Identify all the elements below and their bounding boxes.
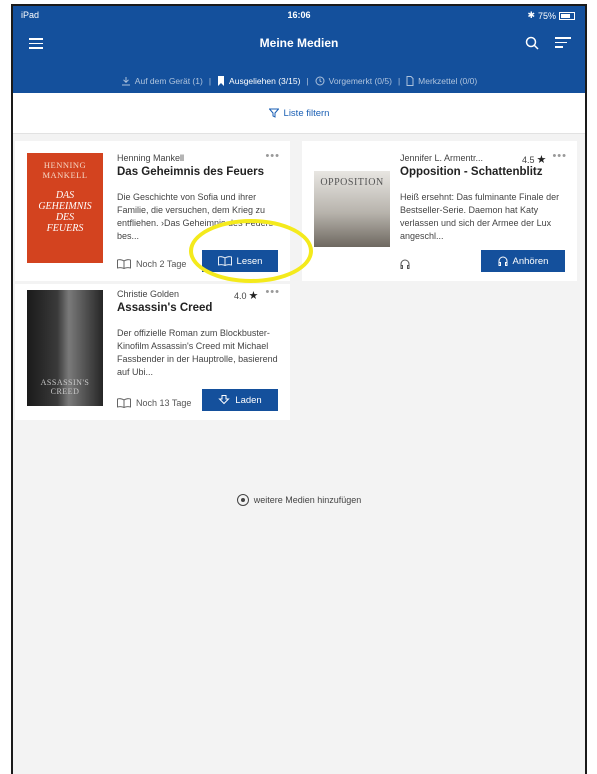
- book-open-icon: [117, 259, 131, 269]
- book-author: Henning Mankell: [117, 153, 185, 163]
- more-options-icon[interactable]: •••: [552, 150, 567, 162]
- tab-label: Merkzettel (0/0): [418, 75, 478, 86]
- book-cover: HENNING MANKELL DAS GEHEIMNIS DES FEUERS: [27, 153, 103, 263]
- loan-remaining: Noch 2 Tage: [117, 259, 186, 269]
- tab-label: Ausgeliehen (3/15): [229, 75, 301, 86]
- audiobook-cover: OPPOSITION: [314, 171, 390, 247]
- loan-days: Noch 13 Tage: [136, 398, 192, 408]
- tab-divider: |: [208, 75, 212, 86]
- add-more-media-button[interactable]: weitere Medien hinzufügen: [13, 494, 585, 506]
- clock: 16:06: [287, 10, 311, 20]
- page-title: Meine Medien: [259, 36, 339, 50]
- download-button[interactable]: Laden: [202, 389, 278, 411]
- tab-divider: |: [306, 75, 309, 86]
- book-description: Heiß ersehnt: Das fulminante Finale der …: [400, 192, 560, 241]
- media-card[interactable]: HENNING MANKELL DAS GEHEIMNIS DES FEUERS…: [15, 141, 290, 281]
- book-title: Assassin's Creed: [117, 302, 213, 314]
- download-icon: [121, 76, 130, 85]
- battery-icon: [559, 11, 575, 20]
- filter-icon: [268, 108, 279, 118]
- filter-list-button[interactable]: Liste filtern: [13, 93, 585, 134]
- headphones-icon: [400, 259, 410, 269]
- book-open-icon: [217, 256, 232, 266]
- listen-button-label: Anhören: [512, 255, 549, 267]
- download-icon: [218, 395, 230, 405]
- tab-wishlist[interactable]: Merkzettel (0/0): [406, 72, 477, 90]
- add-more-label: weitere Medien hinzufügen: [253, 495, 362, 505]
- loan-remaining: Noch 13 Tage: [117, 398, 191, 408]
- document-icon: [406, 75, 414, 86]
- download-button-label: Laden: [235, 394, 262, 406]
- add-circle-icon: [236, 494, 249, 506]
- rating: 4.5 ★: [522, 153, 546, 166]
- more-options-icon[interactable]: •••: [265, 286, 280, 298]
- bluetooth-icon: ✱: [527, 10, 535, 20]
- book-open-icon: [117, 398, 131, 408]
- book-cover: ASSASSIN'S CREED: [27, 290, 103, 406]
- book-description: Der offizielle Roman zum Blockbuster-Kin…: [117, 328, 278, 377]
- tab-bar: Auf dem Gerät (1) | Ausgeliehen (3/15) |…: [13, 68, 585, 95]
- book-title: Das Geheimnis des Feuers: [117, 166, 265, 178]
- loan-days: Noch 2 Tage: [136, 259, 187, 269]
- status-bar: iPad 16:06 ✱ 75%: [13, 6, 585, 26]
- read-button[interactable]: Lesen: [202, 250, 278, 272]
- tab-reserved[interactable]: Vorgemerkt (0/5): [315, 72, 392, 90]
- search-icon[interactable]: [525, 36, 539, 50]
- filter-label: Liste filtern: [283, 107, 330, 119]
- read-button-label: Lesen: [236, 255, 263, 267]
- book-author: Jennifer L. Armentr...: [400, 153, 484, 163]
- more-options-icon[interactable]: •••: [265, 150, 280, 162]
- top-bar: iPad 16:06 ✱ 75% Meine Medien Auf dem Ge…: [13, 6, 585, 95]
- book-description: Die Geschichte von Sofia und ihrer Famil…: [117, 192, 277, 241]
- star-icon: ★: [248, 290, 259, 302]
- battery-indicator: ✱ 75%: [527, 10, 575, 21]
- cover-author: HENNING MANKELL: [42, 160, 88, 180]
- tab-borrowed[interactable]: Ausgeliehen (3/15): [217, 72, 301, 95]
- cover-title: OPPOSITION: [320, 177, 384, 188]
- sort-icon[interactable]: [555, 37, 571, 49]
- book-author: Christie Golden: [117, 289, 180, 299]
- cover-title: DAS GEHEIMNIS DES FEUERS: [38, 190, 92, 234]
- title-row: Meine Medien: [13, 26, 585, 60]
- bookmark-icon: [218, 75, 225, 86]
- battery-percent: 75%: [537, 10, 556, 21]
- book-title: Opposition - Schattenblitz: [400, 166, 543, 178]
- tab-on-device[interactable]: Auf dem Gerät (1): [121, 72, 203, 90]
- rating-value: 4.5: [522, 154, 535, 165]
- app-frame: iPad 16:06 ✱ 75% Meine Medien Auf dem Ge…: [11, 4, 587, 774]
- rating-value: 4.0: [234, 290, 247, 301]
- tab-label: Auf dem Gerät (1): [134, 75, 203, 86]
- star-icon: ★: [536, 154, 547, 166]
- cover-title: ASSASSIN'S CREED: [40, 378, 90, 396]
- headphones-icon: [498, 256, 508, 266]
- audio-indicator: [400, 259, 410, 269]
- rating: 4.0 ★: [234, 289, 258, 302]
- listen-button[interactable]: Anhören: [481, 250, 565, 272]
- media-card[interactable]: OPPOSITION Jennifer L. Armentr... 4.5 ★ …: [302, 141, 577, 281]
- tab-label: Vorgemerkt (0/5): [328, 75, 392, 86]
- clock-icon: [315, 76, 325, 85]
- tab-divider: |: [397, 75, 401, 86]
- media-card[interactable]: ASSASSIN'S CREED Christie Golden 4.0 ★ •…: [15, 284, 290, 420]
